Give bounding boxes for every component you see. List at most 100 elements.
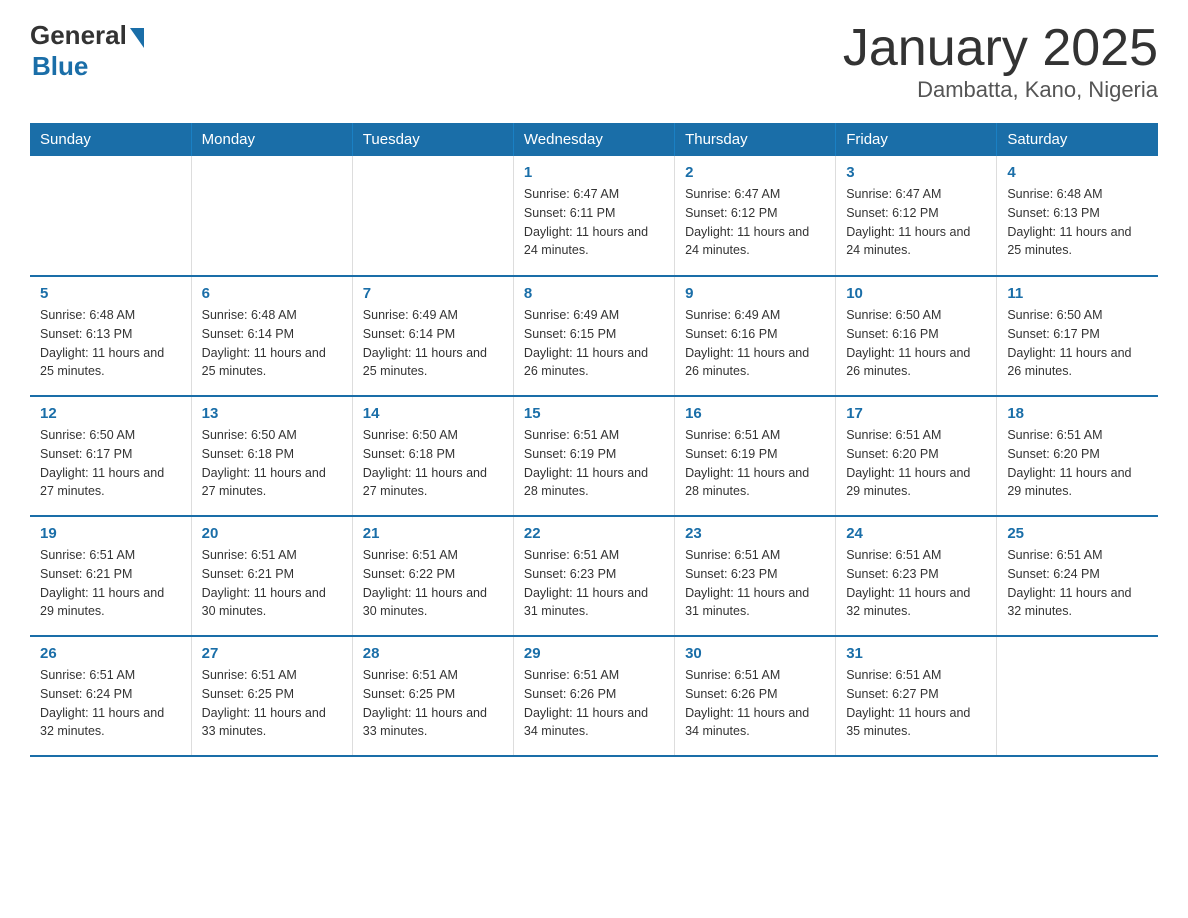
calendar-week-row: 19 Sunrise: 6:51 AM Sunset: 6:21 PM Dayli… [30, 516, 1158, 636]
calendar-cell: 29 Sunrise: 6:51 AM Sunset: 6:26 PM Dayli… [513, 636, 674, 756]
title-block: January 2025 Dambatta, Kano, Nigeria [843, 20, 1158, 103]
day-info: Sunrise: 6:51 AM Sunset: 6:21 PM Dayligh… [40, 546, 181, 621]
calendar-cell: 30 Sunrise: 6:51 AM Sunset: 6:26 PM Dayli… [675, 636, 836, 756]
day-number: 20 [202, 525, 342, 542]
calendar-cell: 31 Sunrise: 6:51 AM Sunset: 6:27 PM Dayli… [836, 636, 997, 756]
day-number: 22 [524, 525, 664, 542]
day-number: 2 [685, 164, 825, 181]
day-number: 26 [40, 645, 181, 662]
day-info: Sunrise: 6:51 AM Sunset: 6:21 PM Dayligh… [202, 546, 342, 621]
logo: General Blue [30, 20, 144, 82]
column-header-saturday: Saturday [997, 123, 1158, 156]
day-number: 11 [1007, 285, 1148, 302]
column-header-sunday: Sunday [30, 123, 191, 156]
calendar-subtitle: Dambatta, Kano, Nigeria [843, 77, 1158, 103]
day-number: 31 [846, 645, 986, 662]
calendar-cell: 18Sunrise: 6:51 AM Sunset: 6:20 PM Dayli… [997, 396, 1158, 516]
calendar-cell [997, 636, 1158, 756]
day-number: 8 [524, 285, 664, 302]
column-header-thursday: Thursday [675, 123, 836, 156]
day-number: 14 [363, 405, 503, 422]
day-number: 30 [685, 645, 825, 662]
day-number: 1 [524, 164, 664, 181]
calendar-cell: 13 Sunrise: 6:50 AM Sunset: 6:18 PM Dayli… [191, 396, 352, 516]
day-number: 24 [846, 525, 986, 542]
calendar-table: SundayMondayTuesdayWednesdayThursdayFrid… [30, 123, 1158, 757]
day-info: Sunrise: 6:51 AM Sunset: 6:20 PM Dayligh… [1007, 426, 1148, 501]
day-info: Sunrise: 6:51 AM Sunset: 6:19 PM Dayligh… [685, 426, 825, 501]
calendar-cell: 22 Sunrise: 6:51 AM Sunset: 6:23 PM Dayli… [513, 516, 674, 636]
day-info: Sunrise: 6:51 AM Sunset: 6:23 PM Dayligh… [846, 546, 986, 621]
day-info: Sunrise: 6:49 AM Sunset: 6:15 PM Dayligh… [524, 306, 664, 381]
day-info: Sunrise: 6:51 AM Sunset: 6:27 PM Dayligh… [846, 666, 986, 741]
day-info: Sunrise: 6:48 AM Sunset: 6:14 PM Dayligh… [202, 306, 342, 381]
day-info: Sunrise: 6:47 AM Sunset: 6:11 PM Dayligh… [524, 185, 664, 260]
day-info: Sunrise: 6:49 AM Sunset: 6:14 PM Dayligh… [363, 306, 503, 381]
column-header-tuesday: Tuesday [352, 123, 513, 156]
day-info: Sunrise: 6:50 AM Sunset: 6:16 PM Dayligh… [846, 306, 986, 381]
page-header: General Blue January 2025 Dambatta, Kano… [30, 20, 1158, 103]
day-info: Sunrise: 6:49 AM Sunset: 6:16 PM Dayligh… [685, 306, 825, 381]
day-info: Sunrise: 6:51 AM Sunset: 6:23 PM Dayligh… [524, 546, 664, 621]
day-number: 5 [40, 285, 181, 302]
calendar-week-row: 1 Sunrise: 6:47 AM Sunset: 6:11 PM Daylig… [30, 156, 1158, 276]
calendar-week-row: 12Sunrise: 6:50 AM Sunset: 6:17 PM Dayli… [30, 396, 1158, 516]
day-info: Sunrise: 6:51 AM Sunset: 6:23 PM Dayligh… [685, 546, 825, 621]
day-number: 17 [846, 405, 986, 422]
calendar-cell: 25 Sunrise: 6:51 AM Sunset: 6:24 PM Dayli… [997, 516, 1158, 636]
day-number: 29 [524, 645, 664, 662]
day-info: Sunrise: 6:51 AM Sunset: 6:22 PM Dayligh… [363, 546, 503, 621]
day-info: Sunrise: 6:51 AM Sunset: 6:25 PM Dayligh… [363, 666, 503, 741]
calendar-cell: 21 Sunrise: 6:51 AM Sunset: 6:22 PM Dayli… [352, 516, 513, 636]
day-info: Sunrise: 6:48 AM Sunset: 6:13 PM Dayligh… [1007, 185, 1148, 260]
day-number: 19 [40, 525, 181, 542]
calendar-cell: 15 Sunrise: 6:51 AM Sunset: 6:19 PM Dayli… [513, 396, 674, 516]
calendar-cell: 24 Sunrise: 6:51 AM Sunset: 6:23 PM Dayli… [836, 516, 997, 636]
calendar-cell: 17 Sunrise: 6:51 AM Sunset: 6:20 PM Dayli… [836, 396, 997, 516]
calendar-cell: 7 Sunrise: 6:49 AM Sunset: 6:14 PM Daylig… [352, 276, 513, 396]
day-number: 9 [685, 285, 825, 302]
day-info: Sunrise: 6:48 AM Sunset: 6:13 PM Dayligh… [40, 306, 181, 381]
calendar-cell: 8 Sunrise: 6:49 AM Sunset: 6:15 PM Daylig… [513, 276, 674, 396]
calendar-cell: 3 Sunrise: 6:47 AM Sunset: 6:12 PM Daylig… [836, 156, 997, 276]
calendar-week-row: 5 Sunrise: 6:48 AM Sunset: 6:13 PM Daylig… [30, 276, 1158, 396]
calendar-cell [30, 156, 191, 276]
calendar-cell: 6 Sunrise: 6:48 AM Sunset: 6:14 PM Daylig… [191, 276, 352, 396]
day-info: Sunrise: 6:47 AM Sunset: 6:12 PM Dayligh… [685, 185, 825, 260]
calendar-cell [191, 156, 352, 276]
day-info: Sunrise: 6:51 AM Sunset: 6:19 PM Dayligh… [524, 426, 664, 501]
calendar-cell: 9 Sunrise: 6:49 AM Sunset: 6:16 PM Daylig… [675, 276, 836, 396]
calendar-cell: 28Sunrise: 6:51 AM Sunset: 6:25 PM Dayli… [352, 636, 513, 756]
logo-triangle-icon [130, 28, 144, 48]
calendar-cell: 11 Sunrise: 6:50 AM Sunset: 6:17 PM Dayli… [997, 276, 1158, 396]
day-number: 21 [363, 525, 503, 542]
logo-blue-text: Blue [32, 51, 88, 82]
column-header-wednesday: Wednesday [513, 123, 674, 156]
day-number: 13 [202, 405, 342, 422]
calendar-title: January 2025 [843, 20, 1158, 77]
calendar-cell: 27Sunrise: 6:51 AM Sunset: 6:25 PM Dayli… [191, 636, 352, 756]
day-number: 7 [363, 285, 503, 302]
day-number: 10 [846, 285, 986, 302]
day-info: Sunrise: 6:51 AM Sunset: 6:20 PM Dayligh… [846, 426, 986, 501]
day-number: 23 [685, 525, 825, 542]
column-header-friday: Friday [836, 123, 997, 156]
calendar-cell: 16Sunrise: 6:51 AM Sunset: 6:19 PM Dayli… [675, 396, 836, 516]
day-info: Sunrise: 6:51 AM Sunset: 6:26 PM Dayligh… [685, 666, 825, 741]
day-info: Sunrise: 6:50 AM Sunset: 6:17 PM Dayligh… [40, 426, 181, 501]
day-info: Sunrise: 6:51 AM Sunset: 6:26 PM Dayligh… [524, 666, 664, 741]
calendar-week-row: 26Sunrise: 6:51 AM Sunset: 6:24 PM Dayli… [30, 636, 1158, 756]
calendar-cell: 23 Sunrise: 6:51 AM Sunset: 6:23 PM Dayli… [675, 516, 836, 636]
day-number: 3 [846, 164, 986, 181]
day-number: 25 [1007, 525, 1148, 542]
day-number: 6 [202, 285, 342, 302]
calendar-cell: 2 Sunrise: 6:47 AM Sunset: 6:12 PM Daylig… [675, 156, 836, 276]
day-info: Sunrise: 6:47 AM Sunset: 6:12 PM Dayligh… [846, 185, 986, 260]
day-info: Sunrise: 6:51 AM Sunset: 6:24 PM Dayligh… [1007, 546, 1148, 621]
calendar-cell: 14Sunrise: 6:50 AM Sunset: 6:18 PM Dayli… [352, 396, 513, 516]
day-number: 15 [524, 405, 664, 422]
day-info: Sunrise: 6:50 AM Sunset: 6:18 PM Dayligh… [202, 426, 342, 501]
logo-general-text: General [30, 20, 127, 51]
day-info: Sunrise: 6:50 AM Sunset: 6:17 PM Dayligh… [1007, 306, 1148, 381]
calendar-cell: 4Sunrise: 6:48 AM Sunset: 6:13 PM Daylig… [997, 156, 1158, 276]
